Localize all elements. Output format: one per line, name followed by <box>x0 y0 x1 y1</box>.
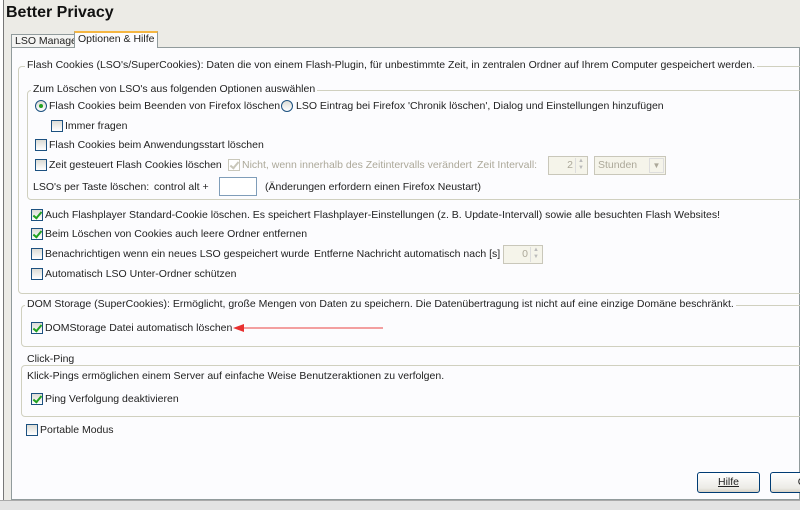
chevron-down-icon[interactable]: ▼ <box>649 158 664 173</box>
ping-disable-label: Ping Verfolgung deaktivieren <box>45 393 179 405</box>
flash-cookies-legend: Flash Cookies (LSO's/SuperCookies): Date… <box>25 59 758 71</box>
default-cookie-checkbox[interactable] <box>31 209 43 221</box>
dom-storage-checkbox[interactable] <box>31 322 43 334</box>
timed-delete-checkbox[interactable] <box>35 159 47 171</box>
hotkey-label: LSO's per Taste löschen: <box>33 181 150 193</box>
portable-mode-checkbox[interactable] <box>26 424 38 436</box>
empty-folders-label: Beim Löschen von Cookies auch leere Ordn… <box>45 228 308 240</box>
interval-unit-select[interactable]: Stunden ▼ <box>594 156 666 175</box>
protect-subfolders-checkbox[interactable] <box>31 268 43 280</box>
notify-checkbox[interactable] <box>31 248 43 260</box>
radio-delete-on-exit-label: Flash Cookies beim Beenden von Firefox l… <box>49 100 281 112</box>
always-ask-checkbox[interactable] <box>51 120 63 132</box>
default-cookie-label: Auch Flashplayer Standard-Cookie löschen… <box>45 209 721 221</box>
click-ping-legend: Click-Ping <box>25 353 77 365</box>
bottom-bar <box>0 500 800 510</box>
spin-arrows-icon[interactable]: ▲ ▼ <box>575 158 586 173</box>
remove-message-label: Entferne Nachricht automatisch nach [s] <box>314 248 501 260</box>
empty-folders-checkbox[interactable] <box>31 228 43 240</box>
dom-storage-legend: DOM Storage (SuperCookies): Ermöglicht, … <box>25 298 736 310</box>
delete-options-legend: Zum Löschen von LSO's aus folgenden Opti… <box>31 83 318 95</box>
hotkey-prefix: control alt + <box>154 181 209 193</box>
radio-history-entry-label: LSO Eintrag bei Firefox 'Chronik löschen… <box>296 100 664 112</box>
tab-options-help[interactable]: Optionen & Hilfe <box>74 31 159 48</box>
notify-label: Benachrichtigen wenn ein neues LSO gespe… <box>45 248 310 260</box>
help-button[interactable]: Hilfe <box>697 472 760 493</box>
always-ask-label: Immer fragen <box>65 120 128 132</box>
hotkey-note: (Änderungen erfordern einen Firefox Neus… <box>265 181 481 193</box>
red-arrow-annotation <box>233 324 383 332</box>
radio-history-entry[interactable] <box>281 100 293 112</box>
click-ping-description: Klick-Pings ermöglichen einem Server auf… <box>27 370 445 382</box>
not-if-changed-checkbox[interactable] <box>228 159 240 171</box>
timed-delete-label: Zeit gesteuert Flash Cookies löschen <box>49 159 222 171</box>
not-if-changed-label: Nicht, wenn innerhalb des Zeitintervalls… <box>242 159 472 171</box>
interval-value: 2 <box>567 159 573 171</box>
hotkey-input[interactable] <box>219 177 257 196</box>
interval-label: Zeit Intervall: <box>477 159 538 171</box>
dom-storage-label: DOMStorage Datei automatisch löschen <box>45 322 233 334</box>
radio-delete-on-exit[interactable] <box>35 100 47 112</box>
delete-on-start-checkbox[interactable] <box>35 139 47 151</box>
interval-unit-value: Stunden <box>598 159 638 171</box>
close-button[interactable]: C <box>770 472 800 493</box>
help-button-label: Hilfe <box>717 476 739 488</box>
delete-on-start-label: Flash Cookies beim Anwendungsstart lösch… <box>49 139 264 151</box>
remove-message-stepper[interactable]: 0 ▲ ▼ <box>503 245 543 264</box>
spin-arrows-icon[interactable]: ▲ ▼ <box>530 247 541 262</box>
remove-message-value: 0 <box>522 248 528 260</box>
window-title: Better Privacy <box>6 4 114 21</box>
protect-subfolders-label: Automatisch LSO Unter-Ordner schützen <box>45 268 237 280</box>
portable-mode-label: Portable Modus <box>40 424 114 436</box>
ping-disable-checkbox[interactable] <box>31 393 43 405</box>
interval-stepper[interactable]: 2 ▲ ▼ <box>548 156 588 175</box>
